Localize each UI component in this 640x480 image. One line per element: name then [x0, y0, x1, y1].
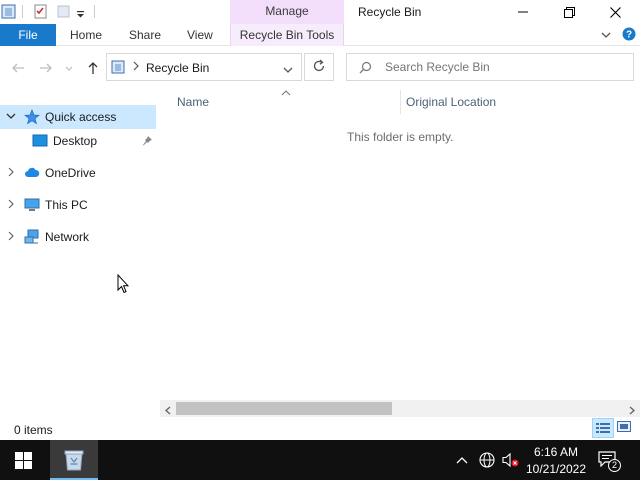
- new-folder-icon[interactable]: [56, 4, 71, 19]
- item-count: 0 items: [14, 423, 53, 437]
- search-field[interactable]: [346, 53, 634, 81]
- context-group-manage: Manage: [230, 0, 344, 24]
- title-bar: Manage Recycle Bin: [0, 0, 640, 24]
- help-icon[interactable]: ?: [622, 27, 636, 44]
- search-input[interactable]: [385, 58, 625, 76]
- properties-icon[interactable]: [33, 4, 48, 19]
- scroll-left-icon[interactable]: [164, 404, 172, 418]
- notification-badge: 2: [608, 459, 621, 472]
- tab-home[interactable]: Home: [70, 24, 102, 46]
- qat-customize-icon[interactable]: [76, 8, 85, 22]
- nav-item-label: Desktop: [53, 134, 98, 148]
- nav-item-quick-access[interactable]: Quick access: [0, 105, 156, 129]
- search-icon: [359, 61, 372, 77]
- chevron-right-icon[interactable]: [4, 165, 18, 179]
- windows-logo-icon: [15, 452, 32, 469]
- column-header-name[interactable]: Name: [177, 95, 209, 109]
- column-header-original-location[interactable]: Original Location: [406, 95, 496, 109]
- nav-item-this-pc[interactable]: This PC: [0, 193, 156, 217]
- network-icon: [24, 229, 40, 245]
- large-icons-view-icon: [617, 421, 631, 432]
- breadcrumb-recycle-bin[interactable]: Recycle Bin: [146, 61, 209, 75]
- refresh-button[interactable]: [304, 53, 334, 81]
- window-title: Recycle Bin: [358, 5, 422, 19]
- horizontal-scrollbar[interactable]: [160, 400, 640, 417]
- chevron-right-icon[interactable]: [4, 229, 18, 243]
- nav-item-label: This PC: [45, 198, 88, 212]
- nav-item-label: OneDrive: [45, 166, 96, 180]
- recycle-bin-icon: [64, 449, 84, 474]
- recent-locations-icon[interactable]: [62, 58, 76, 78]
- chevron-right-icon[interactable]: [4, 197, 18, 211]
- taskbar-item-recycle-bin[interactable]: [50, 440, 98, 480]
- ribbon-tabs: File Home Share View Recycle Bin Tools ?: [0, 24, 640, 46]
- address-bar[interactable]: Recycle Bin: [106, 53, 302, 81]
- recycle-bin-app-icon[interactable]: [1, 4, 16, 19]
- computer-icon: [24, 197, 40, 213]
- scroll-right-icon[interactable]: [628, 404, 636, 418]
- clock-date[interactable]: 10/21/2022: [522, 462, 590, 476]
- nav-item-label: Quick access: [45, 110, 117, 124]
- chevron-down-icon[interactable]: [4, 109, 18, 123]
- refresh-icon: [312, 59, 326, 76]
- tab-share[interactable]: Share: [129, 24, 161, 46]
- mouse-cursor-icon: [117, 273, 130, 297]
- expand-ribbon-icon[interactable]: [600, 29, 612, 44]
- cloud-icon: [24, 165, 40, 181]
- desktop-icon: [32, 133, 48, 149]
- sort-ascending-icon: [281, 85, 291, 99]
- qat-divider: [94, 5, 95, 18]
- taskbar: 6:16 AM 10/21/2022 2: [0, 440, 640, 480]
- nav-item-network[interactable]: Network: [0, 225, 156, 249]
- pin-icon: [142, 135, 153, 149]
- forward-arrow-icon[interactable]: [36, 58, 56, 78]
- close-button[interactable]: [592, 0, 638, 24]
- large-icons-view-button[interactable]: [617, 421, 631, 437]
- breadcrumb-chevron-icon[interactable]: [132, 60, 140, 75]
- star-icon: [24, 109, 40, 125]
- nav-item-desktop[interactable]: Desktop: [0, 129, 156, 153]
- start-button[interactable]: [15, 452, 32, 472]
- tab-recycle-bin-tools[interactable]: Recycle Bin Tools: [230, 24, 344, 46]
- volume-muted-icon[interactable]: [502, 452, 520, 471]
- navigation-pane: Quick access Desktop OneDrive This PC Ne…: [0, 100, 156, 416]
- details-view-icon: [596, 423, 610, 433]
- show-hidden-icons-icon[interactable]: [456, 454, 468, 468]
- svg-text:?: ?: [626, 30, 632, 41]
- status-bar: 0 items: [0, 418, 640, 440]
- details-view-button[interactable]: [592, 418, 614, 438]
- nav-item-onedrive[interactable]: OneDrive: [0, 161, 156, 185]
- tab-file[interactable]: File: [0, 24, 56, 46]
- nav-item-label: Network: [45, 230, 90, 244]
- file-list: Name Original Location This folder is em…: [156, 90, 640, 400]
- address-dropdown-icon[interactable]: [283, 63, 293, 77]
- column-divider[interactable]: [400, 90, 401, 114]
- scrollbar-thumb[interactable]: [176, 402, 392, 415]
- empty-folder-message: This folder is empty.: [347, 130, 454, 144]
- qat-divider: [22, 5, 23, 18]
- up-arrow-icon[interactable]: [83, 58, 103, 78]
- recycle-bin-location-icon: [111, 60, 125, 77]
- tab-view[interactable]: View: [187, 24, 213, 46]
- minimize-button[interactable]: [500, 0, 546, 24]
- restore-button[interactable]: [546, 0, 592, 24]
- back-arrow-icon[interactable]: [8, 58, 28, 78]
- clock-time[interactable]: 6:16 AM: [526, 445, 586, 459]
- globe-network-icon[interactable]: [479, 452, 495, 471]
